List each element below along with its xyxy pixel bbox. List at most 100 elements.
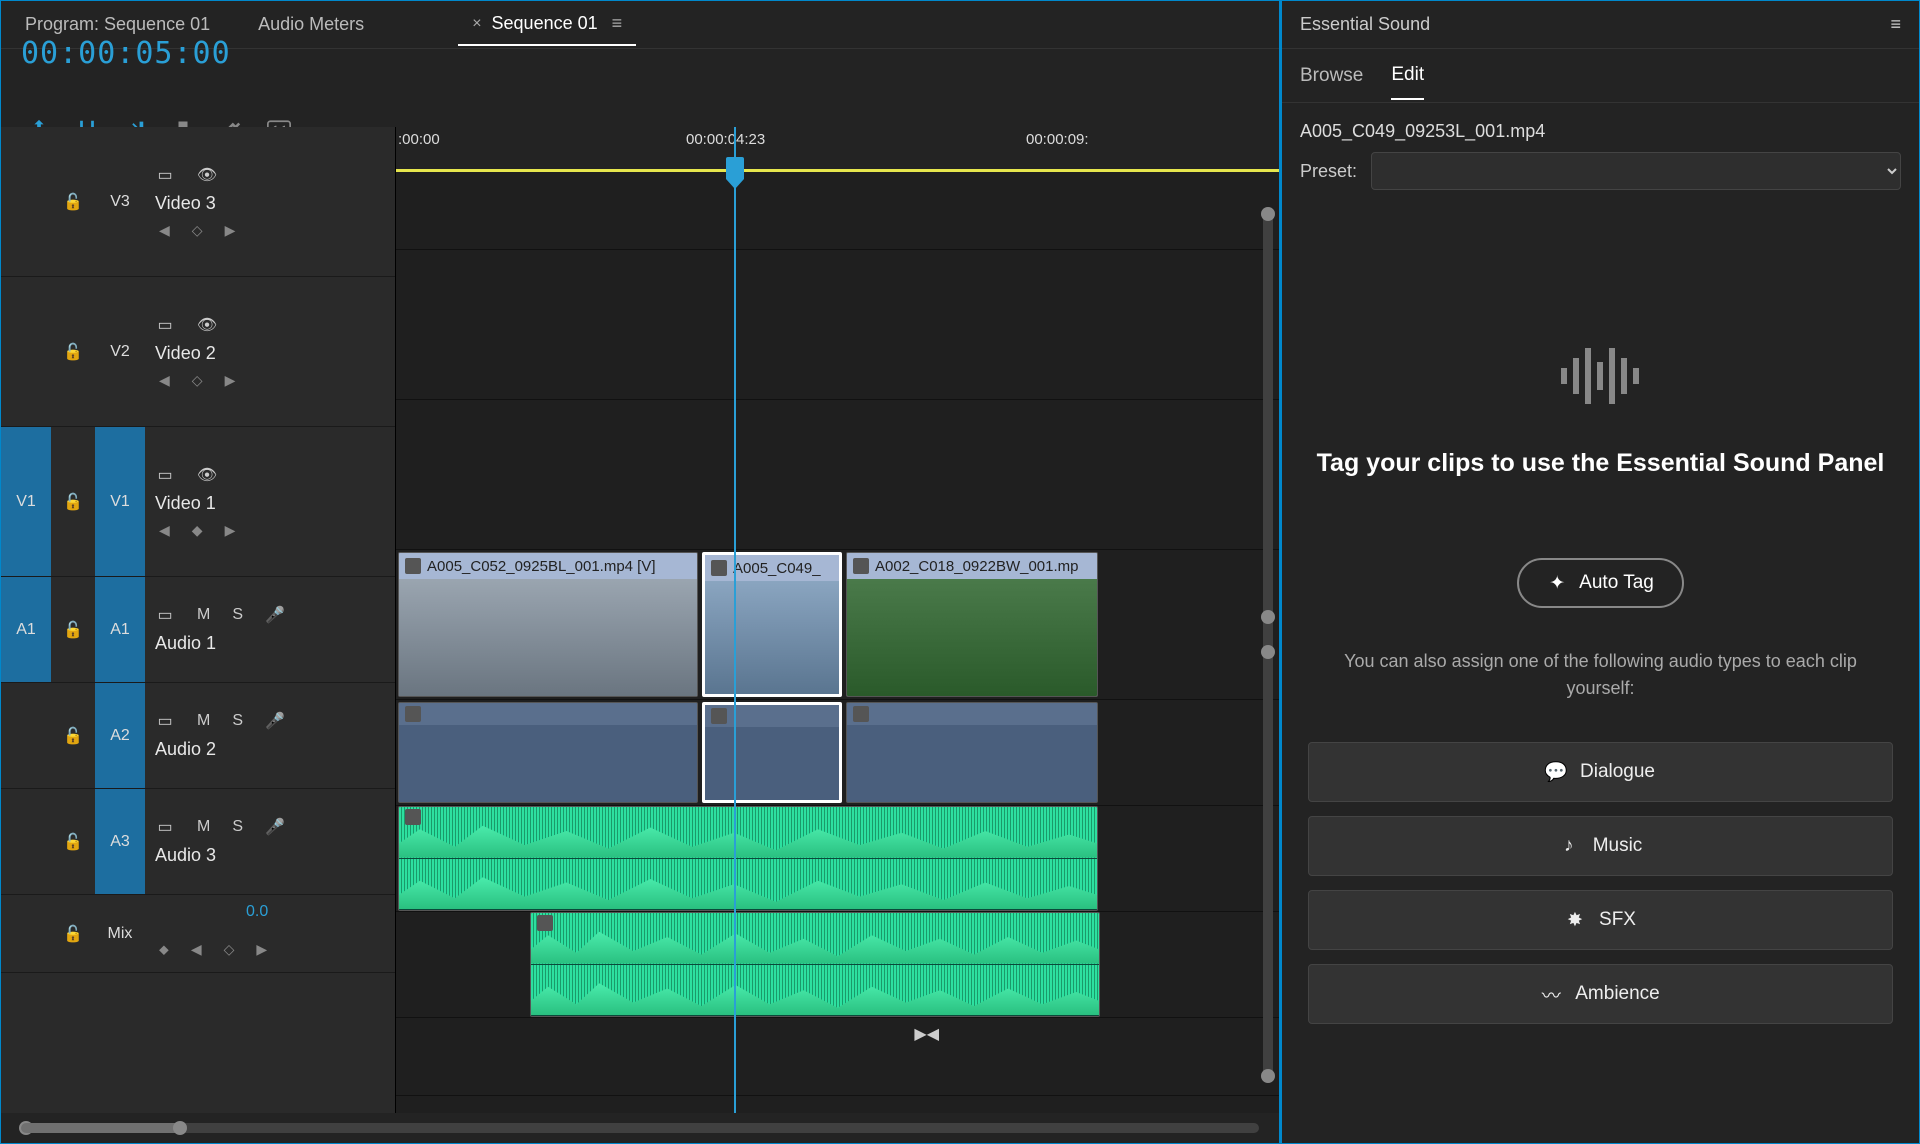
mute-button[interactable]: M [197,712,210,730]
track-mix[interactable]: ▶◀ [396,1018,1279,1096]
auto-tag-button[interactable]: ✦ Auto Tag [1517,558,1684,608]
lock-v3[interactable]: 🔓 [51,127,95,276]
zoom-handle-icon[interactable] [1261,610,1275,624]
close-icon[interactable]: × [472,15,481,33]
playhead[interactable] [734,127,736,1113]
video-clip-selected[interactable]: A005_C049_ [702,552,842,697]
target-v2[interactable]: V2 [95,277,145,426]
solo-button[interactable]: S [232,606,243,624]
play-around-icon[interactable]: ▶◀ [914,1024,939,1044]
playhead-timecode[interactable]: 00:00:05:00 [21,36,291,71]
track-a3[interactable] [396,912,1279,1018]
sync-lock-icon[interactable]: ▭ [155,711,175,731]
track-v1[interactable]: A005_C052_0925BL_001.mp4 [V] A005_C049_ … [396,550,1279,700]
lock-a2[interactable]: 🔓 [51,683,95,788]
source-patch-a2[interactable] [1,683,51,788]
source-patch-v3[interactable] [1,127,51,276]
sfx-button[interactable]: ✸SFX [1308,890,1893,950]
lock-a1[interactable]: 🔓 [51,577,95,682]
track-a2[interactable] [396,806,1279,912]
sync-lock-icon[interactable]: ▭ [155,465,175,485]
playhead-handle-icon[interactable] [726,157,744,179]
tab-edit[interactable]: Edit [1391,52,1424,100]
eye-icon[interactable]: 👁 [197,315,217,335]
mute-button[interactable]: M [197,606,210,624]
source-patch-a3[interactable] [1,789,51,894]
mix-value[interactable]: 0.0 [246,903,268,921]
eye-icon[interactable]: 👁 [197,465,217,485]
target-v3[interactable]: V3 [95,127,145,276]
tab-sequence[interactable]: × Sequence 01 ≡ [458,3,636,46]
audio-clip[interactable] [846,702,1098,803]
add-keyframe-icon[interactable]: ◇ [192,372,203,389]
prev-keyframe-icon[interactable]: ◀ [159,222,170,239]
track-v3[interactable] [396,250,1279,400]
ambience-button[interactable]: 〰Ambience [1308,964,1893,1024]
prev-keyframe-icon[interactable]: ◀ [159,522,170,539]
scroll-thumb[interactable] [21,1123,181,1133]
add-keyframe-icon[interactable]: ◇ [192,222,203,239]
preset-dropdown[interactable] [1371,152,1901,190]
eye-icon[interactable]: 👁 [197,165,217,185]
audio-clip[interactable] [398,702,698,803]
next-keyframe-icon[interactable]: ▶ [225,522,236,539]
audio-waveform-clip[interactable] [530,912,1100,1017]
tab-browse[interactable]: Browse [1300,53,1363,99]
timeline-area[interactable]: :00:00 00:00:04:23 00:00:09: A005_C052_0… [396,127,1279,1113]
lock-v1[interactable]: 🔓 [51,427,95,576]
music-button[interactable]: ♪Music [1308,816,1893,876]
source-patch-a1[interactable]: A1 [1,577,51,682]
fx-badge-icon[interactable] [853,558,869,574]
horizontal-scroll[interactable] [1,1113,1279,1143]
mute-button[interactable]: M [197,818,210,836]
add-keyframe-icon[interactable]: ◆ [192,522,203,539]
sync-lock-icon[interactable]: ▭ [155,315,175,335]
track-a1[interactable] [396,700,1279,806]
fx-badge-icon[interactable] [405,809,421,825]
video-clip[interactable]: A002_C018_0922BW_001.mp [846,552,1098,697]
source-patch-v2[interactable] [1,277,51,426]
next-keyframe-icon[interactable]: ▶ [225,222,236,239]
lock-mix[interactable]: 🔓 [51,895,95,972]
next-keyframe-icon[interactable]: ▶ [225,372,236,389]
audio-clip-selected[interactable] [702,702,842,803]
fx-badge-icon[interactable] [405,706,421,722]
zoom-handle-icon[interactable] [1261,645,1275,659]
fx-badge-icon[interactable] [537,915,553,931]
solo-button[interactable]: S [232,818,243,836]
zoom-handle-icon[interactable] [1261,1069,1275,1083]
fx-badge-icon[interactable] [711,708,727,724]
audio-waveform-clip[interactable] [398,806,1098,911]
target-a1[interactable]: A1 [95,577,145,682]
sync-lock-icon[interactable]: ▭ [155,605,175,625]
panel-menu-icon[interactable]: ≡ [1890,14,1901,35]
prev-keyframe-icon[interactable]: ◀ [159,372,170,389]
track-v2[interactable] [396,400,1279,550]
prev-keyframe-icon[interactable]: ◀ [191,941,202,958]
voiceover-icon[interactable]: 🎤 [265,605,285,625]
target-a3[interactable]: A3 [95,789,145,894]
video-clip[interactable]: A005_C052_0925BL_001.mp4 [V] [398,552,698,697]
source-patch-v1[interactable]: V1 [1,427,51,576]
fx-badge-icon[interactable] [711,560,727,576]
target-a2[interactable]: A2 [95,683,145,788]
voiceover-icon[interactable]: 🎤 [265,817,285,837]
voiceover-icon[interactable]: 🎤 [265,711,285,731]
sync-lock-icon[interactable]: ▭ [155,165,175,185]
tab-menu-icon[interactable]: ≡ [612,13,623,34]
next-keyframe-icon[interactable]: ▶ [256,941,267,958]
vertical-zoom[interactable] [1263,207,1273,1083]
lock-v2[interactable]: 🔓 [51,277,95,426]
sync-lock-icon[interactable]: ▭ [155,817,175,837]
time-ruler[interactable]: :00:00 00:00:04:23 00:00:09: [396,127,1279,172]
solo-button[interactable]: S [232,712,243,730]
target-v1[interactable]: V1 [95,427,145,576]
fx-badge-icon[interactable] [853,706,869,722]
scroll-handle-icon[interactable] [173,1121,187,1135]
dialogue-button[interactable]: 💬Dialogue [1308,742,1893,802]
lock-a3[interactable]: 🔓 [51,789,95,894]
zoom-handle-icon[interactable] [1261,207,1275,221]
add-keyframe-icon[interactable]: ◇ [224,941,235,958]
auto-keyframe-icon[interactable]: ⬥ [159,941,169,958]
fx-badge-icon[interactable] [405,558,421,574]
